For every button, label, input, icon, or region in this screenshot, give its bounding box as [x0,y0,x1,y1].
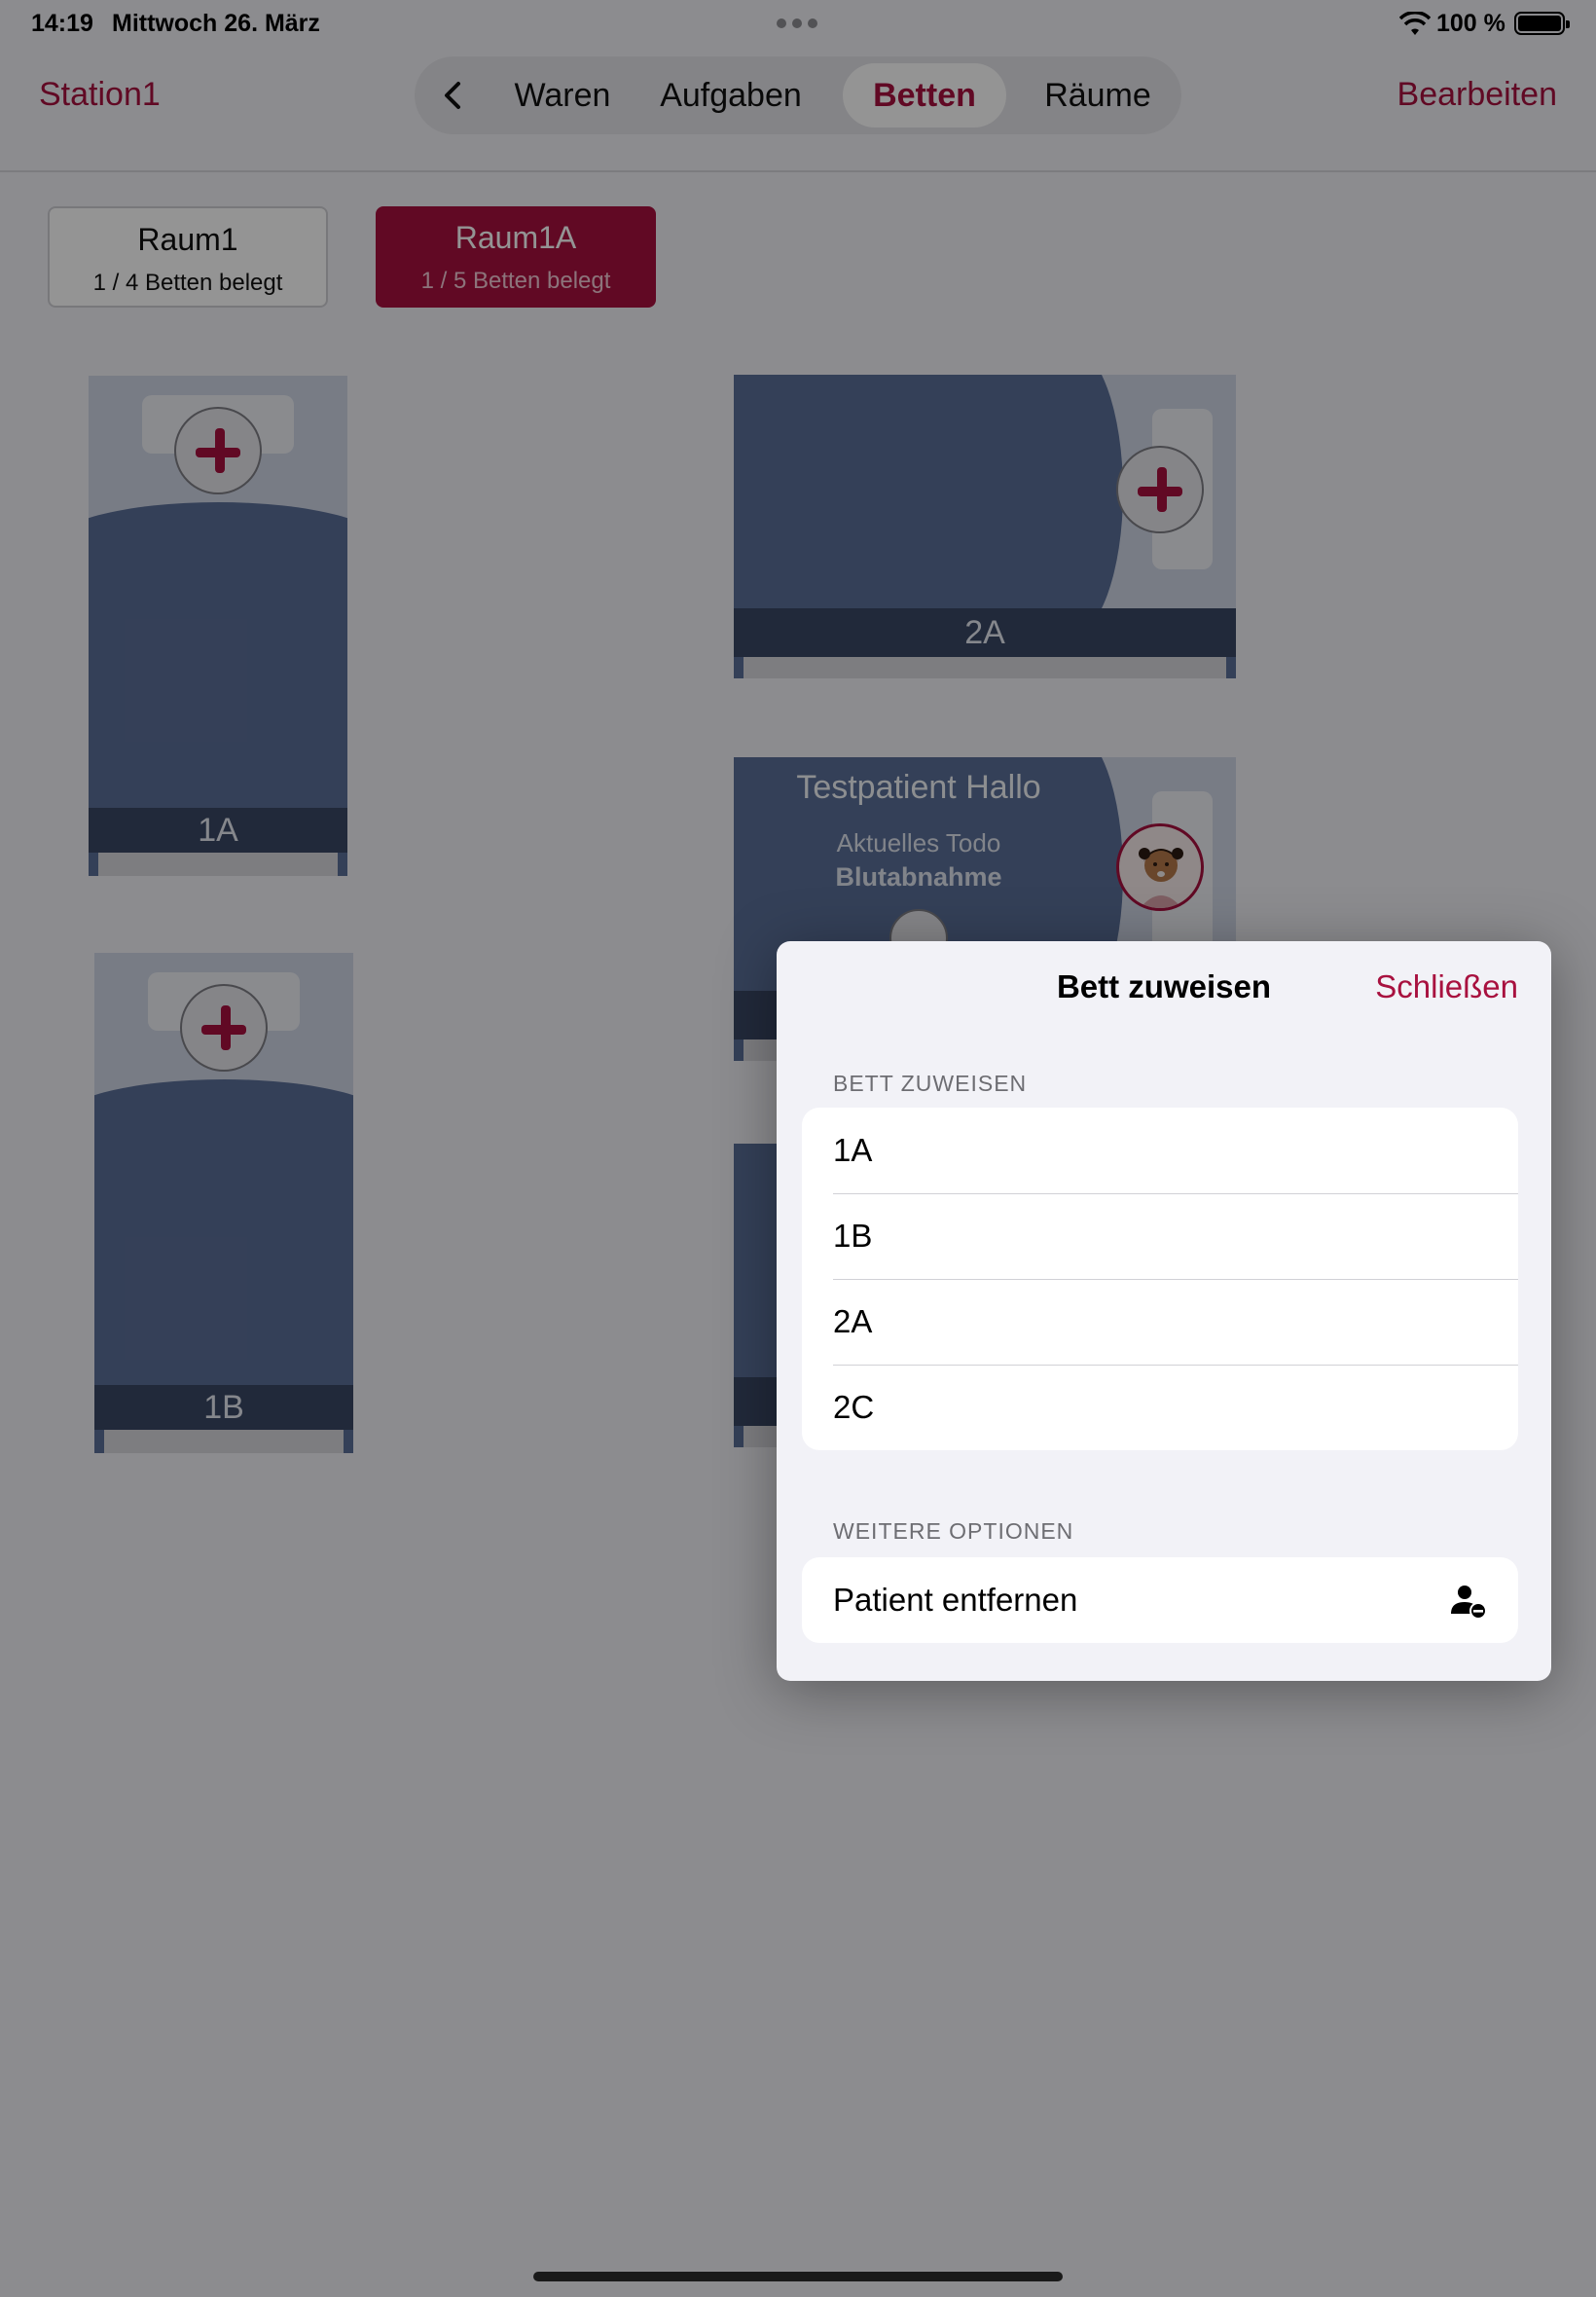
section-header-assign: BETT ZUWEISEN [833,1071,1028,1096]
section-header-more: WEITERE OPTIONEN [833,1518,1074,1544]
remove-patient-button[interactable]: Patient entfernen [802,1557,1518,1643]
bed-option-1a[interactable]: 1A [802,1108,1518,1193]
bed-option-2c[interactable]: 2C [802,1365,1518,1450]
close-button[interactable]: Schließen [1375,968,1518,1005]
person-remove-icon [1451,1586,1487,1620]
bed-options-list: 1A 1B 2A 2C [802,1108,1518,1450]
more-options-list: Patient entfernen [802,1557,1518,1643]
bed-option-2a[interactable]: 2A [802,1279,1518,1365]
remove-patient-label: Patient entfernen [833,1582,1078,1618]
assign-bed-popover: Bett zuweisen Schließen BETT ZUWEISEN 1A… [777,941,1551,1681]
bed-option-1b[interactable]: 1B [802,1193,1518,1279]
home-indicator[interactable] [533,2272,1063,2281]
